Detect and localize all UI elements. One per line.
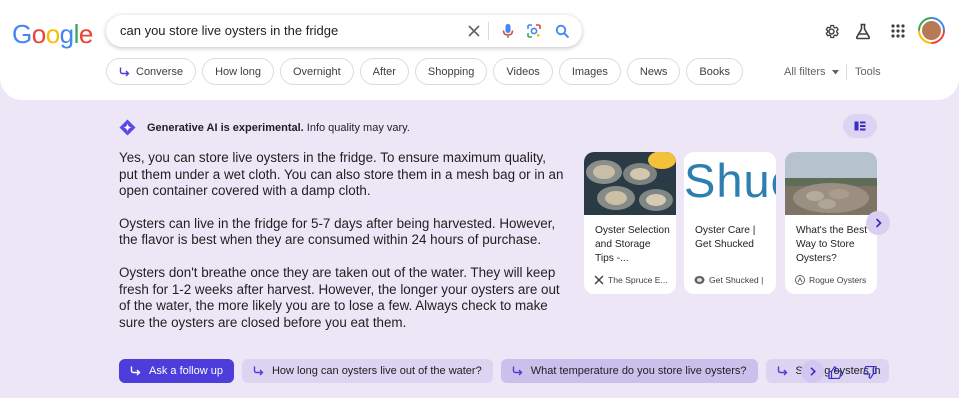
card-title: Oyster Selection and Storage Tips -...	[595, 225, 670, 264]
search-divider	[488, 22, 489, 40]
get-shucked-favicon	[694, 276, 705, 284]
source-card[interactable]: What's the Best Way to Store Oysters? Ro…	[785, 152, 877, 294]
chip-images[interactable]: Images	[558, 58, 621, 85]
chip-videos[interactable]: Videos	[493, 58, 553, 85]
filters-divider	[846, 64, 847, 80]
followup-row: Ask a follow up How long can oysters liv…	[119, 359, 889, 383]
layout-icon	[854, 121, 866, 131]
follow-arrow-icon	[119, 67, 130, 76]
search-input[interactable]: can you store live oysters in the fridge	[120, 23, 338, 38]
logo-letter: G	[12, 19, 32, 49]
logo-letter: o	[45, 19, 60, 49]
avatar[interactable]	[918, 17, 945, 44]
chip-label: Shopping	[427, 65, 475, 78]
card-source: Get Shucked |	[694, 275, 763, 285]
sge-answer: Yes, you can store live oysters in the f…	[119, 150, 564, 347]
chip-after[interactable]: After	[359, 58, 409, 85]
follow-arrow-icon	[130, 366, 141, 376]
labs-flask-icon[interactable]	[853, 21, 873, 41]
caret-down-icon	[831, 69, 839, 74]
get-shucked-image: Shuc	[684, 152, 776, 215]
source-card[interactable]: Oyster Selection and Storage Tips -... T…	[584, 152, 676, 294]
answer-paragraph: Oysters don't breathe once they are take…	[119, 264, 560, 330]
chevron-right-icon	[875, 218, 882, 228]
all-filters-label: All filters	[784, 66, 826, 78]
gear-icon[interactable]	[821, 21, 841, 41]
chip-label: Converse	[136, 65, 184, 78]
apps-grid-icon[interactable]	[888, 21, 908, 41]
chip-label: How long	[215, 65, 261, 78]
spruce-eats-favicon	[594, 275, 604, 285]
lens-icon[interactable]	[524, 21, 544, 41]
card-source: Rogue Oysters	[795, 275, 866, 285]
header: Google can you store live oysters in the…	[0, 0, 959, 100]
sge-notice-rest: Info quality may vary.	[306, 121, 410, 134]
sge-notice: Generative AI is experimental. Info qual…	[119, 119, 410, 136]
chip-overnight[interactable]: Overnight	[279, 58, 354, 85]
all-filters-button[interactable]: All filters	[784, 66, 839, 78]
thumbs-down-icon	[863, 365, 877, 379]
chip-label: After	[372, 65, 396, 78]
ask-followup-button[interactable]: Ask a follow up	[119, 359, 234, 383]
google-logo[interactable]: Google	[12, 19, 93, 50]
chip-label: Books	[699, 65, 730, 78]
sge-sparkle-icon	[119, 119, 136, 136]
followup-label: What temperature do you store live oyste…	[530, 365, 747, 377]
sge-notice-bold: Generative AI is experimental.	[147, 121, 304, 134]
thumbs-down-button[interactable]	[861, 363, 879, 381]
chip-label: Overnight	[292, 65, 341, 78]
tools-button[interactable]: Tools	[855, 66, 881, 78]
avatar-photo	[920, 19, 943, 42]
follow-arrow-icon	[777, 366, 788, 376]
sge-notice-text: Generative AI is experimental. Info qual…	[147, 122, 410, 134]
chip-label: Images	[571, 65, 608, 78]
filter-chips: Converse How long Overnight After Shoppi…	[106, 58, 743, 85]
followup-suggestion[interactable]: What temperature do you store live oyste…	[500, 359, 758, 383]
card-source: The Spruce E...	[594, 275, 668, 285]
close-icon[interactable]	[464, 21, 484, 41]
oyster-pile-image	[785, 152, 877, 215]
source-card[interactable]: Shuc Oyster Care | Get Shucked Get Shuck…	[684, 152, 776, 294]
chip-label: Videos	[506, 65, 540, 78]
follow-arrow-icon	[253, 366, 264, 376]
followup-label: How long can oysters live out of the wat…	[271, 365, 482, 377]
logo-letter: o	[31, 19, 46, 49]
logo-letter: g	[59, 19, 74, 49]
card-title: What's the Best Way to Store Oysters?	[796, 225, 868, 264]
card-source-label: The Spruce E...	[608, 275, 668, 285]
oyster-plate-image	[584, 152, 676, 215]
followup-suggestion[interactable]: How long can oysters live out of the wat…	[241, 359, 493, 383]
chip-converse[interactable]: Converse	[106, 58, 197, 85]
layout-toggle-button[interactable]	[843, 114, 877, 138]
mic-icon[interactable]	[498, 21, 518, 41]
answer-paragraph: Oysters can live in the fridge for 5-7 d…	[119, 215, 556, 248]
card-title: Oyster Care | Get Shucked	[695, 225, 756, 250]
chip-news[interactable]: News	[626, 58, 681, 85]
search-icon[interactable]	[552, 21, 572, 41]
thumbs-up-button[interactable]	[826, 363, 844, 381]
follow-arrow-icon	[512, 366, 523, 376]
thumbs-up-icon	[828, 365, 842, 379]
card-source-label: Get Shucked |	[709, 275, 764, 285]
answer-paragraph: Yes, you can store live oysters in the f…	[119, 150, 564, 199]
ask-followup-label: Ask a follow up	[149, 365, 223, 377]
chevron-right-icon	[809, 367, 816, 376]
chip-books[interactable]: Books	[686, 58, 743, 85]
followups-next-button[interactable]	[801, 360, 824, 383]
chip-how-long[interactable]: How long	[202, 58, 274, 85]
search-box[interactable]: can you store live oysters in the fridge	[106, 15, 582, 47]
logo-letter: e	[78, 19, 93, 49]
cards-next-button[interactable]	[866, 211, 890, 235]
chip-shopping[interactable]: Shopping	[414, 58, 488, 85]
card-source-label: Rogue Oysters	[809, 275, 867, 285]
shucked-logo-text: Shuc	[684, 154, 776, 207]
chip-label: News	[639, 65, 668, 78]
rogue-oysters-favicon	[795, 275, 805, 285]
